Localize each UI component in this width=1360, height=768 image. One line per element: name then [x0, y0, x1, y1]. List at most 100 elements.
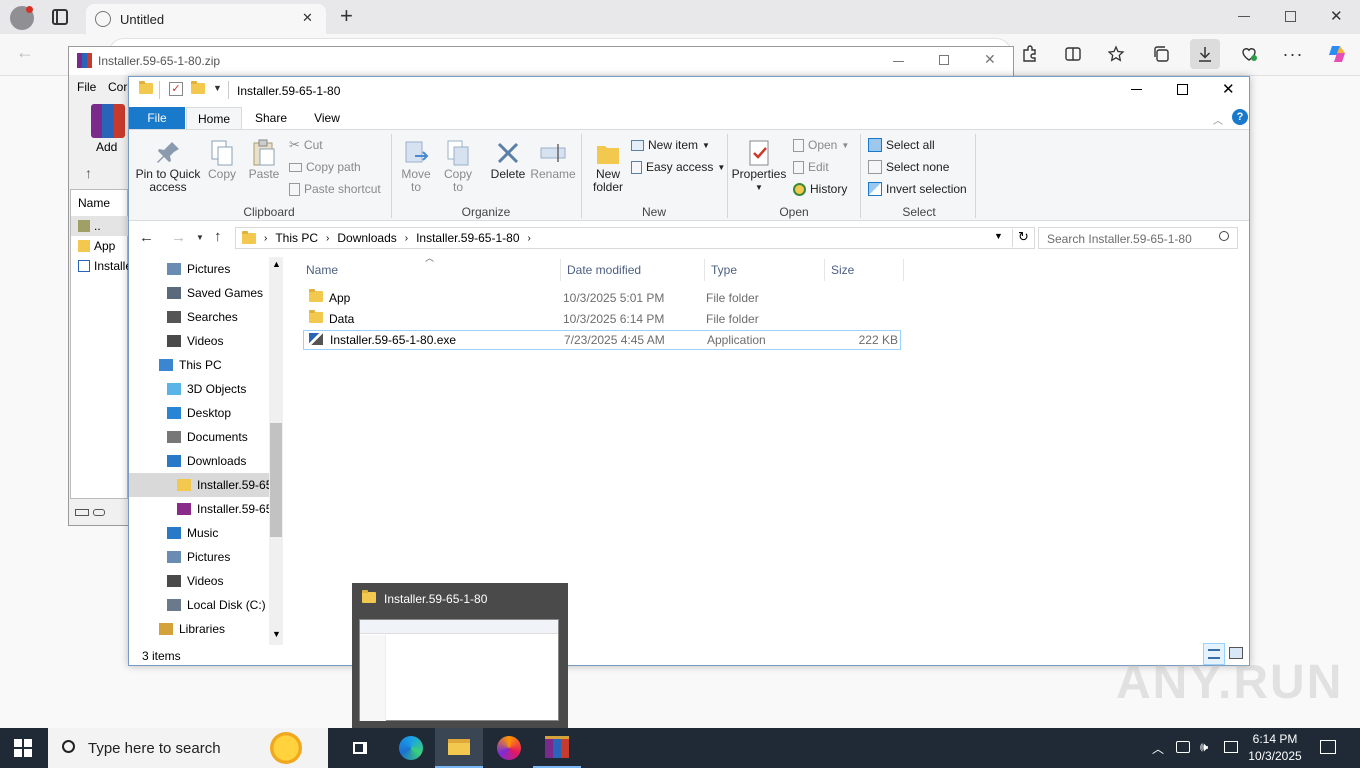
winrar-column-name[interactable]: Name — [78, 196, 110, 210]
column-header-name[interactable]: Name — [306, 261, 560, 279]
tab-actions-icon[interactable] — [52, 9, 68, 25]
winrar-close-icon[interactable]: ✕ — [984, 51, 996, 68]
back-button[interactable]: ← — [139, 229, 154, 246]
column-header-type[interactable]: Type — [711, 261, 823, 279]
pin-to-quick-access-button[interactable]: Pin to Quick access — [135, 138, 201, 194]
refresh-icon[interactable]: ↻ — [1012, 229, 1034, 247]
move-to-button[interactable]: Move to — [399, 138, 433, 194]
scroll-up-icon[interactable]: ▲ — [272, 259, 281, 269]
address-dropdown-icon[interactable]: ▼ — [994, 231, 1003, 241]
network-icon[interactable] — [1176, 741, 1190, 753]
select-all-button[interactable]: Select all — [868, 134, 935, 156]
input-language-icon[interactable] — [1224, 741, 1238, 753]
edge-taskbar-icon[interactable] — [387, 728, 435, 768]
nav-scrollbar[interactable]: ▲ ▼ — [269, 257, 283, 645]
nav-item[interactable]: Installer.59-65 — [129, 497, 269, 521]
copilot-icon[interactable] — [1322, 39, 1352, 69]
more-menu-icon[interactable]: ··· — [1278, 39, 1308, 69]
recent-locations-icon[interactable]: ▼ — [196, 233, 204, 242]
volume-icon[interactable]: 🕪 — [1200, 739, 1208, 755]
winrar-menu-file[interactable]: File — [77, 80, 96, 94]
browser-tab[interactable]: Untitled ✕ — [86, 4, 326, 34]
breadcrumb-current[interactable]: Installer.59-65-1-80 — [416, 231, 519, 245]
history-button[interactable]: History — [793, 178, 847, 200]
properties-button[interactable]: Properties ▼ — [732, 138, 786, 194]
browser-close-icon[interactable]: ✕ — [1330, 7, 1343, 25]
winrar-minimize-icon[interactable] — [893, 61, 904, 62]
file-row[interactable]: Installer.59-65-1-80.exe 7/23/2025 4:45 … — [303, 330, 901, 350]
invert-selection-button[interactable]: Invert selection — [868, 178, 967, 200]
winrar-list-item[interactable]: App — [71, 236, 129, 256]
nav-item[interactable]: Music — [129, 521, 269, 545]
new-item-button[interactable]: New item ▼ — [631, 134, 710, 156]
browser-restore-icon[interactable] — [1285, 11, 1296, 22]
nav-item[interactable]: 3D Objects — [129, 377, 269, 401]
nav-item[interactable]: Desktop — [129, 401, 269, 425]
taskbar-search-box[interactable]: Type here to search — [48, 728, 328, 768]
open-button[interactable]: Open ▼ — [793, 134, 849, 156]
paste-button[interactable]: Paste — [245, 138, 283, 181]
new-folder-button[interactable]: New folder — [589, 138, 627, 194]
profile-avatar[interactable] — [10, 6, 34, 30]
clock-date[interactable]: 10/3/2025 — [1248, 749, 1302, 763]
properties-qat-icon[interactable]: ✓ — [169, 82, 183, 96]
clock-time[interactable]: 6:14 PM — [1252, 732, 1298, 746]
add-archive-icon[interactable] — [91, 104, 125, 138]
winrar-menu-commands[interactable]: Cor — [108, 80, 127, 94]
forward-button[interactable]: → — [171, 229, 186, 246]
nav-item[interactable]: Installer.59-65 — [129, 473, 269, 497]
explorer-maximize-icon[interactable] — [1177, 84, 1188, 95]
up-button[interactable]: ↑ — [214, 228, 222, 245]
help-icon[interactable]: ? — [1232, 109, 1248, 125]
show-hidden-icons-icon[interactable]: ︿ — [1152, 740, 1164, 757]
edit-button[interactable]: Edit — [793, 156, 829, 178]
nav-item[interactable]: Videos — [129, 569, 269, 593]
favorites-icon[interactable] — [1102, 39, 1132, 69]
nav-item[interactable]: Local Disk (C:) — [129, 593, 269, 617]
winrar-taskbar-icon[interactable] — [533, 728, 581, 768]
close-tab-icon[interactable]: ✕ — [302, 10, 313, 26]
rename-button[interactable]: Rename — [530, 138, 576, 181]
nav-item[interactable]: Documents — [129, 425, 269, 449]
tab-share[interactable]: Share — [245, 107, 297, 130]
downloads-icon[interactable] — [1190, 39, 1220, 69]
file-row[interactable]: Data 10/3/2025 6:14 PM File folder — [303, 309, 901, 329]
address-bar[interactable]: › This PC › Downloads › Installer.59-65-… — [235, 227, 1035, 249]
delete-button[interactable]: Delete — [487, 138, 529, 181]
extensions-icon[interactable] — [1014, 39, 1044, 69]
file-explorer-taskbar-icon[interactable] — [435, 728, 483, 768]
task-view-icon[interactable] — [336, 728, 384, 768]
copy-path-button[interactable]: Copy path — [289, 156, 361, 178]
nav-item[interactable]: Downloads — [129, 449, 269, 473]
tab-file[interactable]: File — [129, 107, 185, 130]
nav-item[interactable]: Videos — [129, 329, 269, 353]
breadcrumb-downloads[interactable]: Downloads — [337, 231, 396, 245]
collapse-ribbon-icon[interactable]: ︿ — [1213, 112, 1223, 127]
new-tab-button[interactable]: + — [340, 3, 353, 29]
browser-essentials-icon[interactable] — [1234, 39, 1264, 69]
notifications-icon[interactable] — [1320, 740, 1336, 754]
explorer-minimize-icon[interactable] — [1131, 89, 1142, 90]
select-none-button[interactable]: Select none — [868, 156, 949, 178]
nav-item[interactable]: Pictures — [129, 545, 269, 569]
tab-view[interactable]: View — [301, 107, 353, 130]
collections-icon[interactable] — [1146, 39, 1176, 69]
easy-access-button[interactable]: Easy access ▼ — [631, 156, 725, 178]
winrar-list-item[interactable]: Installe — [71, 256, 129, 276]
add-button-label[interactable]: Add — [96, 140, 117, 154]
split-screen-icon[interactable] — [1058, 39, 1088, 69]
nav-item[interactable]: Searches — [129, 305, 269, 329]
breadcrumb-this-pc[interactable]: This PC — [275, 231, 318, 245]
winrar-up-icon[interactable]: ↑ — [85, 165, 92, 181]
new-folder-qat-icon[interactable] — [191, 81, 205, 97]
nav-item[interactable]: This PC — [129, 353, 269, 377]
winrar-list-item[interactable]: .. — [71, 216, 129, 236]
tab-home[interactable]: Home — [186, 107, 242, 130]
nav-item[interactable]: Libraries — [129, 617, 269, 641]
cut-button[interactable]: ✂ Cut — [289, 134, 323, 156]
paste-shortcut-button[interactable]: Paste shortcut — [289, 178, 381, 200]
column-header-date[interactable]: Date modified — [567, 261, 702, 279]
file-row[interactable]: App 10/3/2025 5:01 PM File folder — [303, 288, 901, 308]
nav-item[interactable]: Pictures — [129, 257, 269, 281]
qat-dropdown-icon[interactable]: ▼ — [213, 83, 222, 93]
